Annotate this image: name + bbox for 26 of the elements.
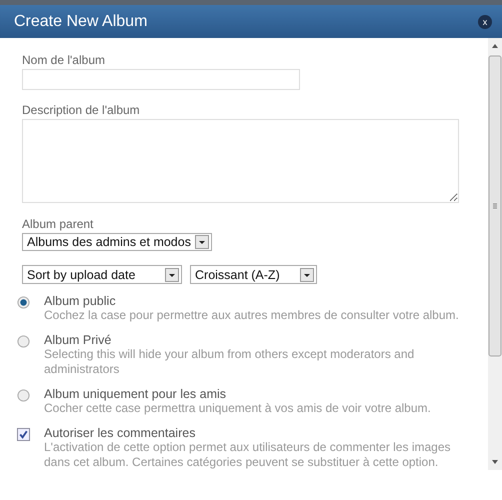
dialog-title: Create New Album	[14, 12, 148, 30]
sort-dropdown[interactable]: Sort by upload date	[22, 265, 182, 284]
checkbox[interactable]	[17, 428, 30, 442]
radio-button[interactable]	[17, 296, 30, 310]
option-label: Autoriser les commentaires	[44, 426, 196, 440]
parent-album-dropdown[interactable]: Albums des admins et modos	[22, 233, 212, 252]
option-description: L'activation de cette option permet aux utilisateurs de commenter les images dans cet album. Certaines catégories peuvent se substituer à cette option.	[44, 440, 452, 470]
radio-button[interactable]	[17, 335, 30, 348]
option-description: Cocher cette case permettra uniquement à vos amis de voir votre album.	[44, 401, 432, 416]
option-description: Selecting this will hide your album from others except moderators and administrators	[44, 347, 416, 378]
field-label: Nom de l'album	[22, 53, 105, 67]
field-label: Album parent	[22, 217, 94, 232]
option-description: Cochez la case pour permettre aux autres membres de consulter votre album.	[44, 308, 460, 324]
close-button[interactable]: x	[478, 14, 492, 28]
caret-icon	[300, 268, 314, 282]
caret-icon	[194, 235, 209, 250]
album-name-field[interactable]	[22, 69, 300, 90]
caret-icon	[165, 268, 179, 282]
field-label: Description de l'album	[22, 102, 140, 117]
description-field[interactable]	[22, 118, 459, 204]
option-label: Album Privé	[44, 333, 112, 348]
order-dropdown[interactable]: Croissant (A-Z)	[190, 265, 317, 284]
option-label: Album public	[44, 294, 117, 308]
radio-button[interactable]	[17, 389, 30, 402]
scrollbar[interactable]	[488, 38, 502, 470]
option-label: Album uniquement pour les amis	[44, 387, 228, 402]
